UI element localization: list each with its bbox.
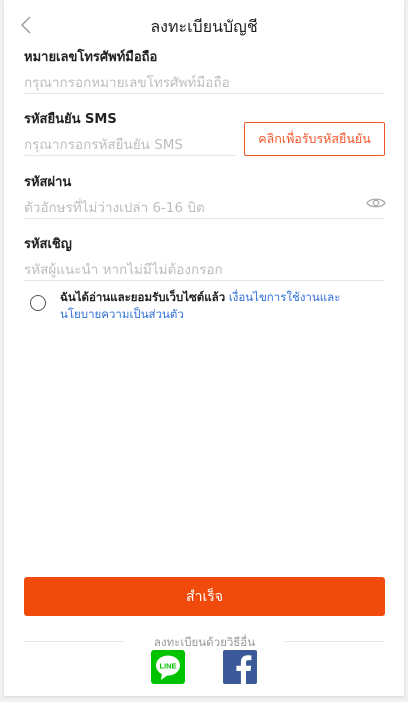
invite-label: รหัสเชิญ [24,237,72,252]
invite-field-group: รหัสเชิญ รหัสผู้แนะนำ หากไม่มีไม่ต้องกรอ… [24,233,384,283]
line-icon-text: LINE [159,662,176,671]
page-title: ลงทะเบียนบัญชี [150,17,258,36]
alt-login-divider: ลงทะเบียนด้วยวิธีอื่น [24,634,385,649]
sms-input[interactable]: กรุณากรอกรหัสยืนยัน SMS [24,133,183,155]
password-underline [24,218,384,219]
terms-radio[interactable] [30,295,46,311]
show-password-toggle[interactable] [366,195,386,211]
phone-input[interactable]: กรุณากรอกหมายเลขโทรศัพท์มือถือ [24,71,230,93]
alt-login-label: ลงทะเบียนด้วยวิธีอื่น [153,635,256,649]
register-screen: ลงทะเบียนบัญชี หมายเลขโทรศัพท์มือถือ กรุ… [4,0,404,696]
sms-underline [24,155,236,156]
header: ลงทะเบียนบัญชี [4,0,404,50]
phone-underline [24,93,384,94]
submit-button[interactable]: สำเร็จ [24,577,385,616]
phone-field-group: หมายเลขโทรศัพท์มือถือ กรุณากรอกหมายเลขโท… [24,46,384,96]
password-input[interactable]: ตัวอักษรที่ไม่ว่างเปล่า 6-16 บิต [24,196,205,218]
alt-divider-line-right [285,641,385,642]
terms-text: ฉันได้อ่านและยอมรับเว็บไซต์แล้ว [60,290,226,304]
invite-underline [24,280,384,281]
password-label: รหัสผ่าน [24,175,72,190]
line-login-button[interactable]: LINE [151,650,185,684]
facebook-login-button[interactable] [223,650,257,684]
invite-input[interactable]: รหัสผู้แนะนำ หากไม่มีไม่ต้องกรอก [24,258,223,280]
terms-text-block: ฉันได้อ่านและยอมรับเว็บไซต์แล้ว เงื่อนไข… [60,289,380,323]
password-field-group: รหัสผ่าน ตัวอักษรที่ไม่ว่างเปล่า 6-16 บิ… [24,171,384,221]
facebook-icon [236,655,252,684]
get-otp-button[interactable]: คลิกเพื่อรับรหัสยืนยัน [244,122,385,156]
eye-icon [366,198,386,208]
line-icon: LINE [156,655,180,680]
phone-label: หมายเลขโทรศัพท์มือถือ [24,50,158,65]
